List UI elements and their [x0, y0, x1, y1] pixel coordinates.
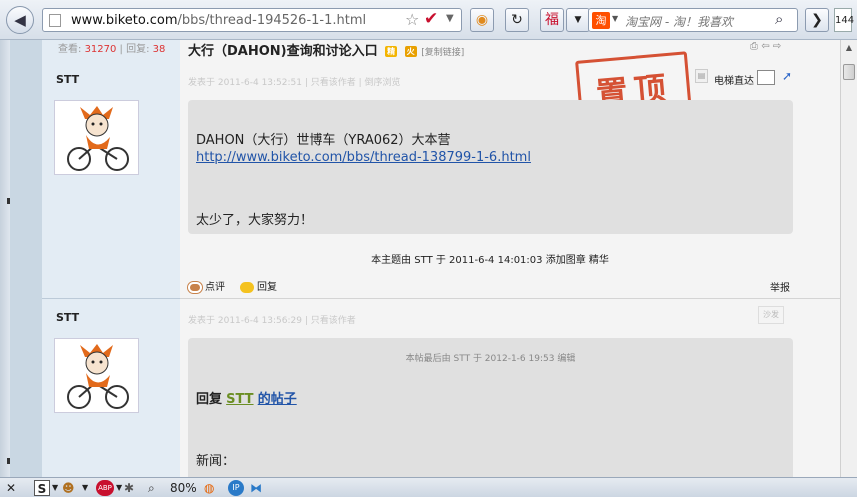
vertical-scrollbar[interactable]: ▲ — [840, 40, 857, 477]
reply-icon — [240, 281, 254, 293]
checkmark-icon[interactable]: ✔ — [424, 9, 438, 29]
edit-notice: 本帖最后由 STT 于 2012-1-6 19:53 编辑 — [405, 354, 576, 364]
dropdown-icon[interactable]: ▼ — [116, 480, 122, 496]
fortune-icon[interactable]: 福 — [540, 8, 564, 32]
post-meta: 发表于 2011-6-4 13:52:51 | 只看该作者 | 倒序浏览 — [188, 78, 401, 88]
menu-icon[interactable]: ▼ — [566, 8, 590, 32]
rate-button[interactable]: 点评 — [188, 278, 225, 293]
post-author[interactable]: STT — [56, 311, 79, 324]
firefox-icon[interactable]: ◍ — [204, 480, 214, 496]
reply-button[interactable]: 回复 — [240, 278, 277, 293]
next-thread-icon[interactable]: ⇨ — [773, 41, 781, 52]
copy-link[interactable]: [复制链接] — [421, 48, 464, 58]
rss-icon[interactable]: ◉ — [470, 8, 494, 32]
post-meta: 发表于 2011-6-4 13:56:29 | 只看该作者 — [188, 316, 356, 326]
view-mode-button[interactable]: ▤ — [695, 69, 708, 83]
bookmark-star-icon[interactable]: ☆ — [405, 10, 419, 29]
browser-toolbar: ◀ www.biketo.com/bbs/thread-194526-1-1.h… — [0, 0, 857, 40]
post-text: 新闻： — [196, 454, 236, 469]
search-icon[interactable]: ⌕ — [775, 10, 783, 28]
close-addon-bar-icon[interactable]: ✕ — [6, 480, 16, 496]
floor-jump-input[interactable] — [757, 70, 775, 85]
scroll-thumb[interactable] — [843, 64, 855, 80]
search-bar[interactable]: 淘 ▼ 淘宝网 - 淘！我喜欢 ⌕ — [588, 8, 798, 32]
extension-icon[interactable]: ⧓ — [250, 480, 262, 496]
avatar[interactable] — [54, 338, 139, 413]
prev-thread-icon[interactable]: ⇦ — [761, 41, 769, 52]
post-author[interactable]: STT — [56, 73, 79, 86]
quoted-post-link[interactable]: 的帖子 — [258, 392, 297, 407]
address-bar[interactable]: www.biketo.com/bbs/thread-194526-1-1.htm… — [42, 8, 462, 32]
post-content: 本帖最后由 STT 于 2012-1-6 19:53 编辑 回复 STT 的帖子… — [188, 338, 793, 477]
dropdown-icon[interactable]: ▼ — [52, 480, 58, 496]
floor-jump-go-icon[interactable]: ➚ — [782, 69, 792, 83]
adblock-icon[interactable]: ABP — [96, 480, 114, 496]
url-dropdown-icon[interactable]: ▼ — [446, 13, 454, 24]
forward-more-icon[interactable]: ❯ — [805, 8, 829, 32]
url-text[interactable]: www.biketo.com/bbs/thread-194526-1-1.htm… — [71, 13, 366, 28]
post-text: 太少了，大家努力！ — [196, 213, 314, 228]
status-bar: ✕ S ▼ ☻ ▼ ABP ▼ ✱ ⌕ 80% ◍ IP ⧓ — [0, 477, 857, 497]
thread-title: 大行（DAHON)查询和讨论入口 精 火 [复制链接] — [188, 44, 465, 59]
moderation-notice: 本主题由 STT 于 2011-6-4 14:01:03 添加图章 精华 — [371, 255, 609, 266]
engine-dropdown-icon[interactable]: ▼ — [612, 14, 618, 23]
replies-count: 38 — [152, 44, 166, 55]
thread-stats: 查看: 31270 | 回复: 38 — [58, 44, 166, 55]
tools-icon[interactable]: ✱ — [124, 480, 134, 496]
report-button[interactable]: 举报 — [770, 279, 790, 294]
search-input[interactable]: 淘宝网 - 淘！我喜欢 — [625, 13, 733, 30]
floor-jump-label: 电梯直达 — [714, 76, 754, 87]
post-column: 大行（DAHON)查询和讨论入口 精 火 [复制链接] ⎙ ⇦ ⇨ 发表于 20… — [180, 40, 840, 477]
page-viewport: 查看: 31270 | 回复: 38 STT STT 大行（DAHON)查询和讨… — [10, 40, 840, 477]
rate-icon — [188, 281, 202, 293]
title-tools: ⎙ ⇦ ⇨ — [750, 41, 781, 52]
hot-badge-icon: 火 — [404, 46, 417, 57]
zoom-icon[interactable]: ⌕ — [148, 480, 155, 496]
ip-icon[interactable]: IP — [228, 480, 244, 496]
avatar[interactable] — [54, 100, 139, 175]
taobao-engine-icon[interactable]: 淘 — [592, 12, 610, 29]
author-column: 查看: 31270 | 回复: 38 STT STT — [42, 40, 180, 477]
post-divider — [42, 298, 180, 299]
back-button[interactable]: ◀ — [6, 6, 34, 34]
greasemonkey-icon[interactable]: ☻ — [62, 480, 75, 496]
quoted-user-link[interactable]: STT — [226, 392, 253, 407]
dropdown-icon[interactable]: ▼ — [82, 480, 88, 496]
post-content: DAHON（大行）世博车（YRA062）大本营 http://www.biket… — [188, 100, 793, 234]
scroll-up-icon[interactable]: ▲ — [841, 40, 857, 56]
post-divider — [180, 298, 840, 299]
tab-counter[interactable]: 144 — [834, 8, 854, 32]
post-text: DAHON（大行）世博车（YRA062）大本营 — [196, 133, 451, 148]
stylish-icon[interactable]: S — [34, 480, 50, 496]
left-edge — [0, 40, 10, 477]
reply-quote: 回复 STT 的帖子 — [196, 392, 297, 407]
reload-icon[interactable]: ↻ — [505, 8, 529, 32]
print-icon[interactable]: ⎙ — [750, 41, 758, 52]
digest-badge-icon: 精 — [385, 46, 398, 57]
zoom-level[interactable]: 80% — [170, 480, 197, 496]
floor-label: 沙发 — [758, 306, 784, 324]
post-link[interactable]: http://www.biketo.com/bbs/thread-138799-… — [196, 150, 531, 165]
views-count: 31270 — [84, 44, 117, 55]
page-icon — [49, 14, 61, 27]
